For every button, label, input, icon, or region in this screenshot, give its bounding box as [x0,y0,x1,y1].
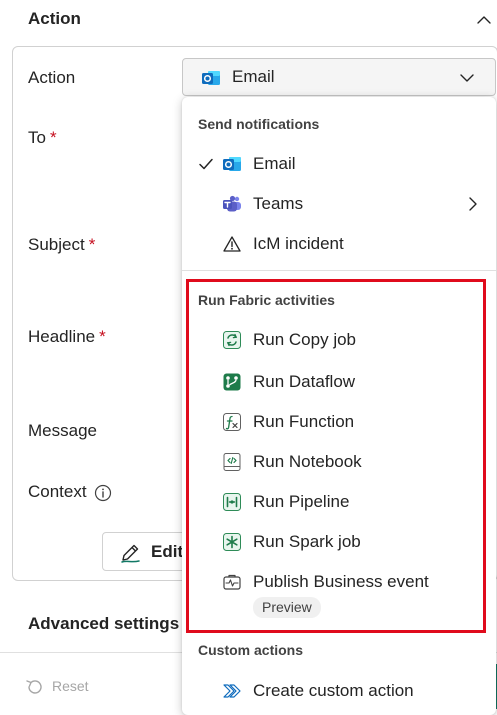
menu-item-run-copy-job[interactable]: Run Copy job [182,321,496,359]
warning-icon [223,236,241,252]
outlook-icon [202,71,220,85]
context-label: Context [28,482,87,501]
custom-action-icon [223,684,241,698]
group-label-send-notifications: Send notifications [198,116,320,132]
edit-button-label: Edit [151,542,184,561]
menu-item-label: Teams [253,194,304,213]
chevron-right-icon [469,197,477,211]
spark-job-icon [223,533,241,551]
action-section-header[interactable]: Action [0,0,497,44]
menu-item-run-pipeline[interactable]: Run Pipeline [182,483,496,521]
menu-item-email[interactable]: Email [182,145,496,183]
menu-item-run-dataflow[interactable]: Run Dataflow [182,363,496,401]
group-label-run-fabric-activities: Run Fabric activities [198,292,335,308]
advanced-settings-header[interactable]: Advanced settings [28,614,179,634]
menu-item-teams[interactable]: Teams [182,185,496,223]
menu-item-run-notebook[interactable]: Run Notebook [182,443,496,481]
function-icon [223,413,241,431]
menu-item-run-function[interactable]: Run Function [182,403,496,441]
menu-item-run-spark-job[interactable]: Run Spark job [182,523,496,561]
required-mark: * [88,235,96,254]
checkmark-icon [199,158,213,170]
chevron-down-icon [460,74,474,82]
action-label: Action [28,68,76,87]
business-event-icon [223,574,241,590]
action-dropdown[interactable]: Email [182,58,496,96]
section-title: Action [28,9,81,28]
menu-item-label: Publish Business event [253,572,429,591]
menu-item-label: Run Function [253,412,355,431]
menu-item-label: IcM incident [253,234,344,253]
menu-item-label: Run Notebook [253,452,362,471]
menu-item-icm-incident[interactable]: IcM incident [182,225,496,263]
menu-item-label: Run Spark job [253,532,361,551]
copy-job-icon [223,331,241,349]
teams-icon [223,195,241,212]
menu-item-label: Run Dataflow [253,372,356,391]
undo-icon [26,680,42,694]
reset-label: Reset [52,678,89,694]
chevron-up-icon[interactable] [476,12,492,28]
required-mark: * [99,327,106,346]
edit-pencil-icon [121,544,140,563]
group-label-custom-actions: Custom actions [198,642,304,658]
to-label: To * [28,128,57,147]
message-label: Message [28,421,97,440]
outlook-icon [223,157,241,171]
edit-message-button[interactable]: Edit [102,532,192,571]
preview-badge: Preview [253,597,321,618]
required-mark: * [49,128,57,147]
menu-item-label: Create custom action [253,681,414,700]
menu-item-label: Email [253,154,296,173]
pipeline-icon [223,493,241,511]
menu-item-label: Run Copy job [253,330,357,349]
notebook-icon [223,453,241,471]
action-dropdown-value: Email [232,67,275,86]
menu-divider [182,270,496,271]
menu-item-create-custom-action[interactable]: Create custom action [182,672,496,710]
menu-item-publish-business-event[interactable]: Publish Business event [182,563,496,623]
headline-label: Headline * [28,327,106,346]
action-dropdown-menu: Send notifications Email Teams IcM incid… [182,97,496,715]
subject-label: Subject * [28,235,96,254]
info-icon[interactable] [94,484,112,502]
dataflow-icon [223,373,241,391]
menu-item-label: Run Pipeline [253,492,350,511]
